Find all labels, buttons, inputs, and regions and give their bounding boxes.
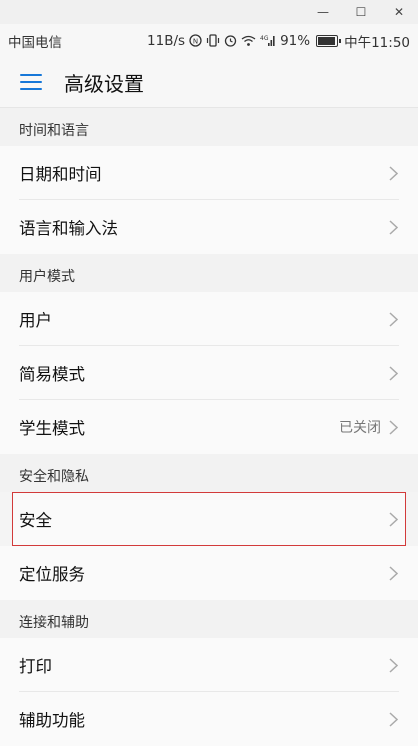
minimize-button[interactable]: —	[304, 0, 342, 24]
chevron-right-icon	[387, 219, 399, 235]
svg-text:N: N	[193, 38, 198, 46]
row-student-mode[interactable]: 学生模式 已关闭	[0, 400, 418, 454]
vibrate-icon	[206, 34, 220, 47]
row-accessibility[interactable]: 辅助功能	[0, 692, 418, 746]
window-titlebar: — ☐ ✕	[0, 0, 418, 24]
row-print[interactable]: 打印	[0, 638, 418, 692]
row-label: 用户	[19, 311, 52, 330]
row-label: 语言和输入法	[19, 219, 118, 238]
chevron-right-icon	[387, 711, 399, 727]
row-label: 日期和时间	[19, 165, 102, 184]
chevron-right-icon	[387, 565, 399, 581]
svg-text:4G: 4G	[260, 35, 269, 42]
settings-list: 时间和语言 日期和时间 语言和输入法 用户模式 用户 简易模式 学生模式 已关闭…	[0, 108, 418, 746]
status-value: 已关闭	[339, 420, 381, 436]
chevron-right-icon	[387, 657, 399, 673]
section-header-time-language: 时间和语言	[0, 108, 418, 146]
row-date-time[interactable]: 日期和时间	[0, 146, 418, 200]
row-simple-mode[interactable]: 简易模式	[0, 346, 418, 400]
row-user[interactable]: 用户	[0, 292, 418, 346]
row-label: 安全	[19, 511, 52, 530]
data-icon: N	[189, 34, 202, 47]
app-bar: 高级设置	[0, 57, 418, 108]
row-language-input[interactable]: 语言和输入法	[0, 200, 418, 254]
chevron-right-icon	[387, 165, 399, 181]
clock: 中午11:50	[344, 34, 410, 51]
row-label: 学生模式	[19, 419, 85, 438]
battery-percent: 91%	[280, 32, 311, 49]
wifi-icon	[241, 35, 256, 47]
net-speed: 11B/s	[147, 32, 186, 49]
row-security[interactable]: 安全	[12, 492, 406, 546]
alarm-icon	[224, 34, 237, 47]
chevron-right-icon	[387, 365, 399, 381]
chevron-right-icon	[387, 511, 399, 527]
signal-icon: 4G	[260, 34, 276, 47]
page-title: 高级设置	[64, 71, 144, 96]
menu-icon[interactable]	[20, 74, 42, 90]
carrier-label: 中国电信	[8, 34, 62, 51]
chevron-right-icon	[387, 419, 399, 435]
row-location-services[interactable]: 定位服务	[0, 546, 418, 600]
row-label: 辅助功能	[19, 711, 85, 730]
close-button[interactable]: ✕	[380, 0, 418, 24]
battery-icon	[316, 34, 342, 47]
maximize-button[interactable]: ☐	[342, 0, 380, 24]
status-bar: 中国电信 11B/s N 4G 91% 中午11:50	[0, 24, 418, 57]
section-header-security-privacy: 安全和隐私	[0, 454, 418, 492]
row-label: 简易模式	[19, 365, 85, 384]
section-header-user-mode: 用户模式	[0, 254, 418, 292]
chevron-right-icon	[387, 311, 399, 327]
row-label: 打印	[19, 657, 52, 676]
row-label: 定位服务	[19, 565, 85, 584]
section-header-connection-assist: 连接和辅助	[0, 600, 418, 638]
